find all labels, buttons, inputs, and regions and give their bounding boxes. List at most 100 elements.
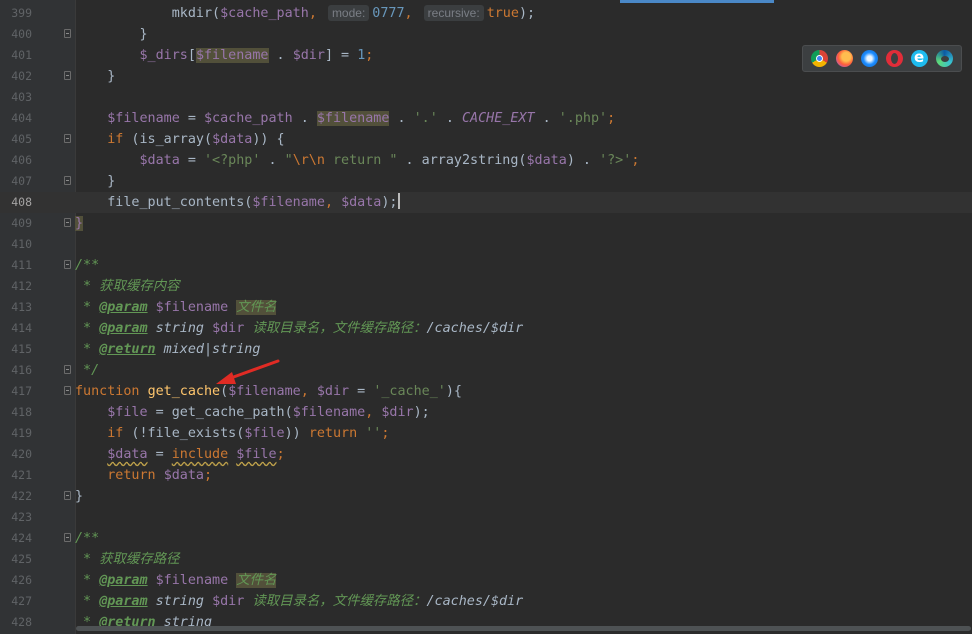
line-number: 403 <box>11 90 32 104</box>
code-token: CACHE_EXT <box>462 111 535 126</box>
code-text[interactable]: /** <box>75 528 99 549</box>
fold-marker-icon[interactable] <box>64 260 71 269</box>
code-text[interactable]: * 获取缓存内容 <box>75 276 179 297</box>
code-text[interactable]: * @param $filename 文件名 <box>75 297 277 318</box>
code-token: = get_cache_path( <box>147 405 293 420</box>
horizontal-scrollbar[interactable] <box>76 626 972 632</box>
code-line[interactable]: 409} <box>0 213 972 234</box>
code-line[interactable]: 408 file_put_contents($filename, $data); <box>0 192 972 213</box>
code-line[interactable]: 411 /** <box>0 255 972 276</box>
code-token: $cache_path <box>204 111 293 126</box>
line-number: 426 <box>11 573 32 587</box>
safari-icon[interactable] <box>861 50 878 67</box>
opera-icon[interactable] <box>886 50 903 67</box>
code-token: 读取目录名，文件缓存路径： <box>244 594 427 609</box>
fold-marker-icon[interactable] <box>64 491 71 500</box>
code-token: $data <box>139 153 180 168</box>
fold-marker-icon[interactable] <box>64 71 71 80</box>
firefox-icon[interactable] <box>836 50 853 67</box>
code-line[interactable]: 399 mkdir($cache_path, mode: 0777, recurs… <box>0 3 972 24</box>
code-text[interactable]: * 获取缓存路径 <box>75 549 179 570</box>
code-token: $dir <box>212 594 245 609</box>
line-number: 425 <box>11 552 32 566</box>
line-number: 418 <box>11 405 32 419</box>
code-line[interactable]: 403 <box>0 87 972 108</box>
code-line[interactable]: 424 /** <box>0 528 972 549</box>
code-line[interactable]: 404 $filename = $cache_path . $filename … <box>0 108 972 129</box>
code-line[interactable]: 418 $file = get_cache_path($filename, $d… <box>0 402 972 423</box>
fold-marker-icon[interactable] <box>64 176 71 185</box>
code-text[interactable]: if (!file_exists($file)) return ''; <box>75 423 389 444</box>
fold-marker-icon[interactable] <box>64 134 71 143</box>
code-line[interactable]: 416 */ <box>0 360 972 381</box>
line-number: 411 <box>11 258 32 272</box>
code-token: . <box>268 48 293 63</box>
code-token: if <box>107 132 124 147</box>
code-line[interactable]: 407 } <box>0 171 972 192</box>
fold-marker-icon[interactable] <box>64 365 71 374</box>
line-number: 421 <box>11 468 32 482</box>
code-text[interactable]: $_dirs[$filename . $dir] = 1; <box>75 45 373 66</box>
code-token: ; <box>631 153 640 168</box>
code-line[interactable]: 410 <box>0 234 972 255</box>
code-text[interactable]: * @param $filename 文件名 <box>75 570 277 591</box>
code-token: @param <box>99 321 148 336</box>
code-text[interactable]: } <box>75 171 115 192</box>
code-line[interactable]: 414 * @param string $dir 读取目录名，文件缓存路径：/c… <box>0 318 972 339</box>
fold-marker-icon[interactable] <box>64 533 71 542</box>
chrome-icon[interactable] <box>811 50 828 67</box>
code-line[interactable]: 412 * 获取缓存内容 <box>0 276 972 297</box>
code-text[interactable]: } <box>75 213 84 234</box>
code-line[interactable]: 427 * @param string $dir 读取目录名，文件缓存路径：/c… <box>0 591 972 612</box>
code-line[interactable]: 417 function get_cache($filename, $dir = … <box>0 381 972 402</box>
line-number: 413 <box>11 300 32 314</box>
code-text[interactable]: */ <box>75 360 99 381</box>
code-text[interactable]: mkdir($cache_path, mode: 0777, recursive:… <box>75 3 535 24</box>
code-text[interactable]: * @param string $dir 读取目录名，文件缓存路径：/cache… <box>75 318 523 339</box>
code-text[interactable]: * @param string $dir 读取目录名，文件缓存路径：/cache… <box>75 591 523 612</box>
code-text[interactable]: $file = get_cache_path($filename, $dir); <box>75 402 430 423</box>
code-text[interactable]: } <box>75 24 147 45</box>
code-line[interactable]: 419 if (!file_exists($file)) return ''; <box>0 423 972 444</box>
fold-marker-icon[interactable] <box>64 386 71 395</box>
scrollbar-thumb[interactable] <box>76 626 971 631</box>
code-text[interactable]: $data = include $file; <box>75 444 284 465</box>
code-line[interactable]: 421 return $data; <box>0 465 972 486</box>
code-token: $file <box>107 405 148 420</box>
code-line[interactable]: 406 $data = '<?php' . "\r\n return " . a… <box>0 150 972 171</box>
code-token: @param <box>99 573 148 588</box>
code-text[interactable]: } <box>75 486 83 507</box>
line-number: 401 <box>11 48 32 62</box>
code-line[interactable]: 415 * @return mixed|string <box>0 339 972 360</box>
ie-icon[interactable] <box>911 48 928 67</box>
code-line[interactable]: 413 * @param $filename 文件名 <box>0 297 972 318</box>
fold-marker-icon[interactable] <box>64 29 71 38</box>
code-line[interactable]: 426 * @param $filename 文件名 <box>0 570 972 591</box>
code-editor[interactable]: 399 mkdir($cache_path, mode: 0777, recurs… <box>0 0 972 634</box>
code-line[interactable]: 405 if (is_array($data)) { <box>0 129 972 150</box>
code-text[interactable]: /** <box>75 255 99 276</box>
code-line[interactable]: 425 * 获取缓存路径 <box>0 549 972 570</box>
code-text[interactable]: $filename = $cache_path . $filename . '.… <box>75 108 615 129</box>
code-token: , <box>300 384 317 399</box>
edge-icon[interactable] <box>936 50 953 67</box>
code-line[interactable]: 420 $data = include $file; <box>0 444 972 465</box>
code-text[interactable]: if (is_array($data)) { <box>75 129 284 150</box>
code-token: . <box>260 153 285 168</box>
line-number: 402 <box>11 69 32 83</box>
fold-marker-icon[interactable] <box>64 218 71 227</box>
code-text[interactable]: } <box>75 66 115 87</box>
code-line[interactable]: 422} <box>0 486 972 507</box>
line-number: 409 <box>11 216 32 230</box>
code-text[interactable]: $data = '<?php' . "\r\n return " . array… <box>75 150 640 171</box>
code-lines[interactable]: 399 mkdir($cache_path, mode: 0777, recurs… <box>0 3 972 633</box>
code-line[interactable]: 423 <box>0 507 972 528</box>
line-number: 412 <box>11 279 32 293</box>
code-text[interactable]: file_put_contents($filename, $data); <box>75 192 400 213</box>
code-token: " <box>284 153 293 168</box>
code-token: , <box>308 6 325 21</box>
code-line[interactable]: 400 } <box>0 24 972 45</box>
code-text[interactable]: return $data; <box>75 465 212 486</box>
